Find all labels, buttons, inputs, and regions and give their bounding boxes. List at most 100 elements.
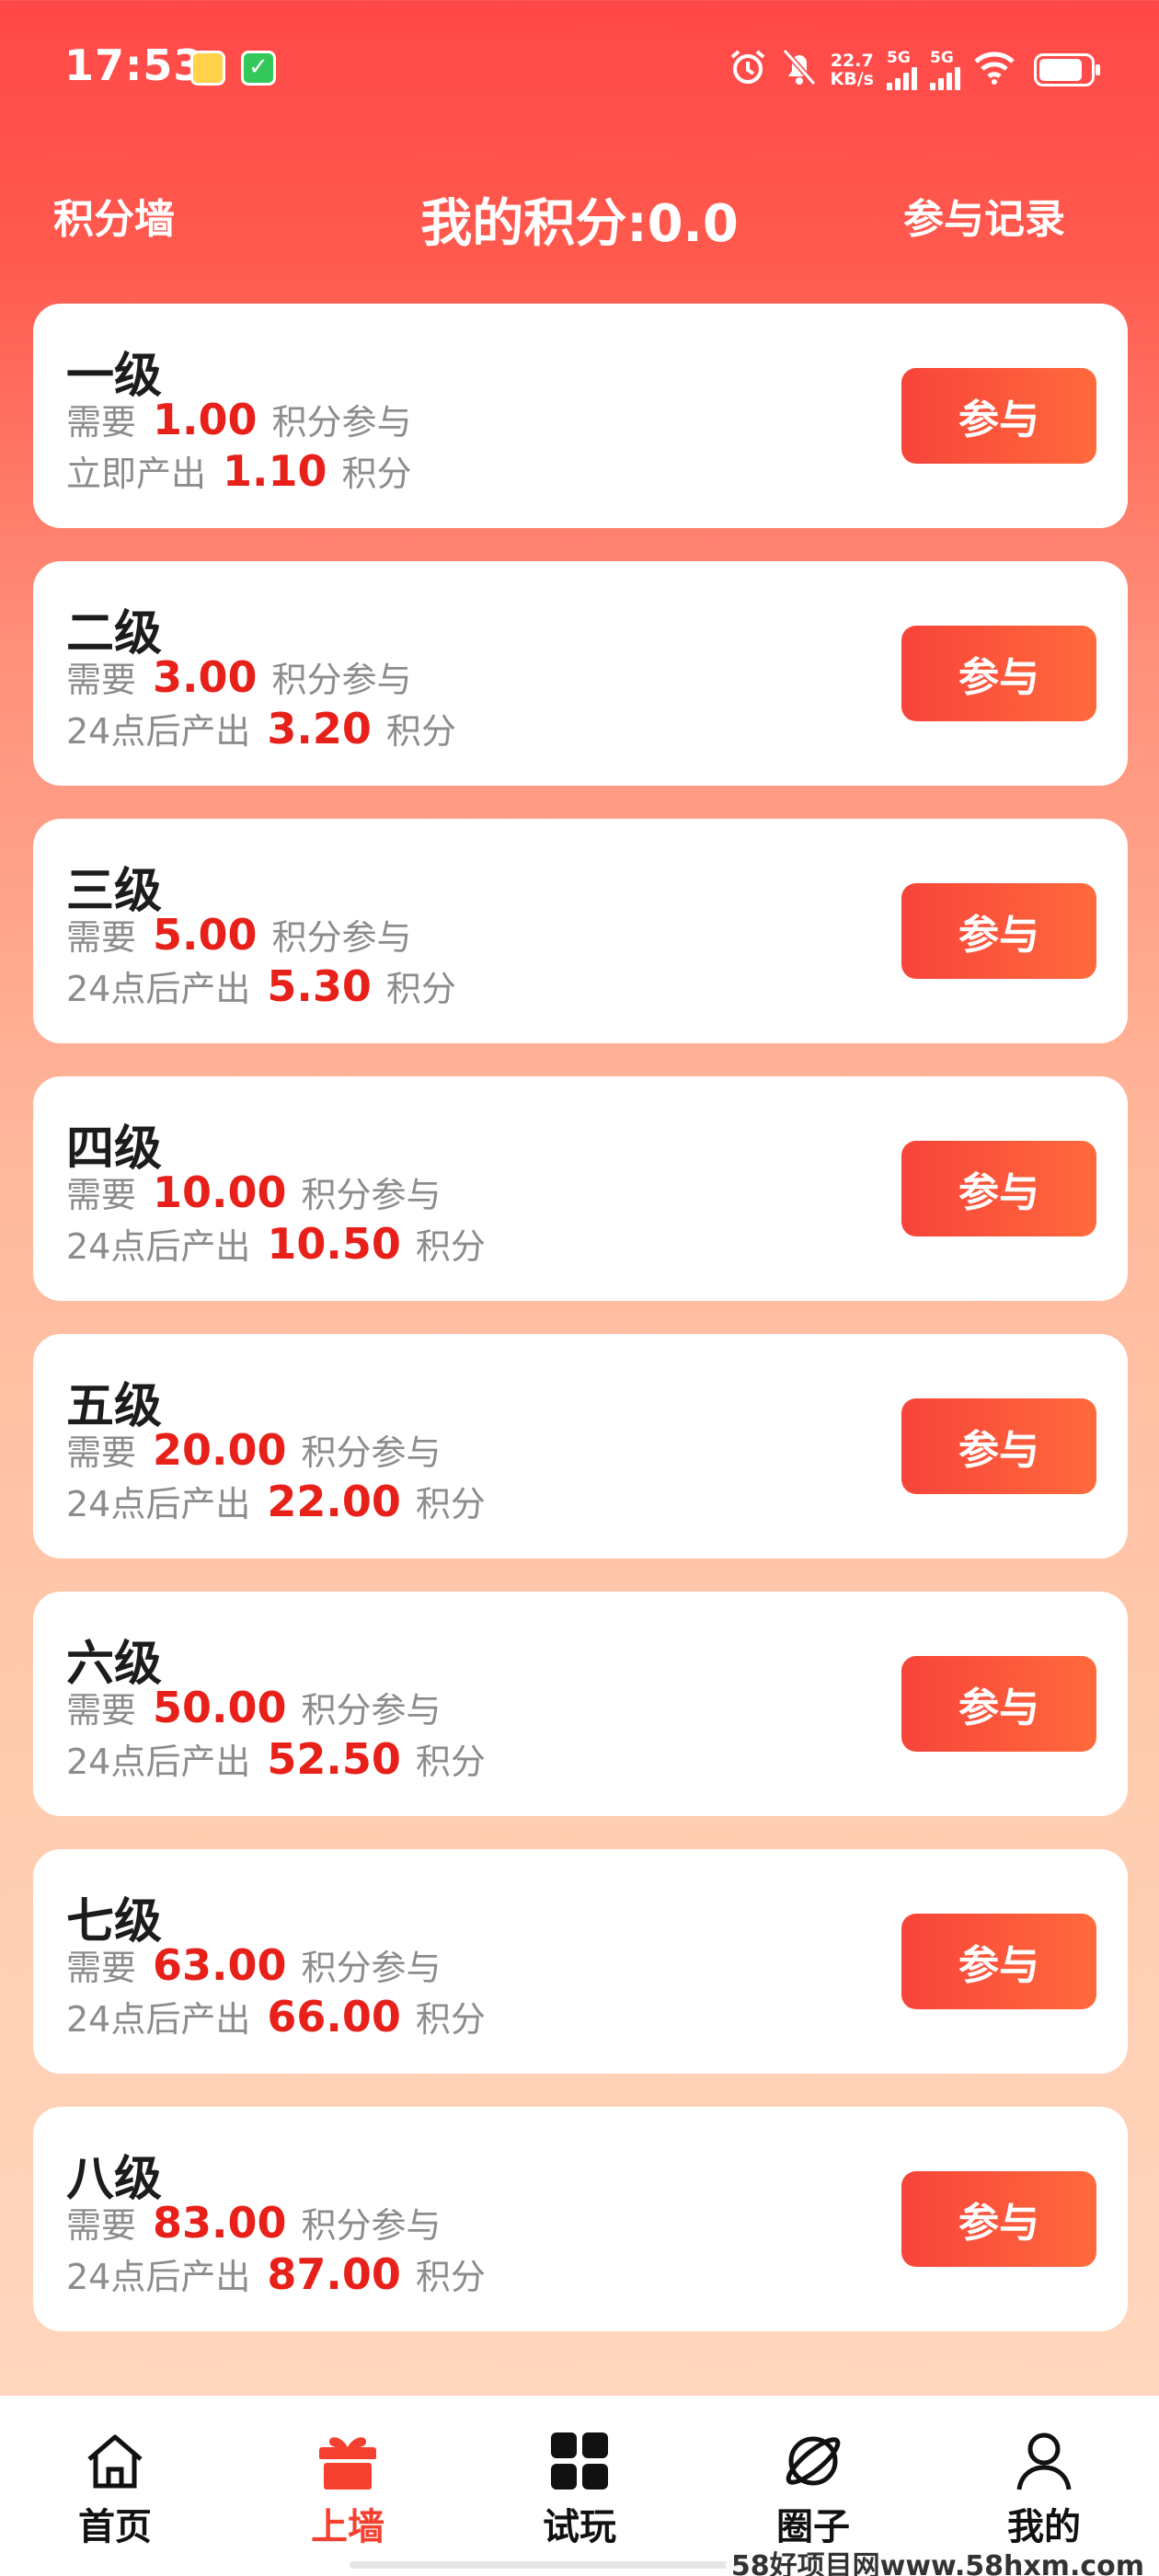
output-line: 24点后产出 5.30 积分: [66, 960, 456, 1011]
battery-icon: [1034, 53, 1100, 86]
level-card: 二级 需要 3.00 积分参与 24点后产出 3.20 积分 参与: [33, 561, 1128, 786]
join-button[interactable]: 参与: [901, 1398, 1096, 1494]
participation-records-link[interactable]: 参与记录: [903, 186, 1065, 245]
output-value: 1.10: [223, 446, 327, 496]
requirement-prefix: 需要: [66, 660, 137, 700]
output-suffix: 积分: [415, 1999, 486, 2040]
output-value: 87.00: [267, 2249, 401, 2299]
join-button[interactable]: 参与: [901, 2171, 1096, 2267]
requirement-line: 需要 83.00 积分参与: [66, 2197, 442, 2248]
join-button[interactable]: 参与: [901, 626, 1096, 721]
status-bar: 17:53 ✓ 22.7 KB/s 5G 5G: [0, 0, 1159, 138]
output-prefix: 立即产出: [66, 454, 207, 494]
output-line: 24点后产出 52.50 积分: [66, 1733, 486, 1784]
requirement-value: 1.00: [153, 395, 258, 444]
output-suffix: 积分: [385, 711, 456, 752]
output-suffix: 积分: [415, 1226, 486, 1267]
join-button[interactable]: 参与: [901, 1914, 1096, 2009]
signal-2: 5G: [930, 50, 960, 90]
requirement-suffix: 积分参与: [301, 1432, 442, 1473]
output-suffix: 积分: [415, 2257, 486, 2297]
requirement-value: 50.00: [153, 1683, 287, 1732]
tab-label: 上墙: [311, 2506, 384, 2548]
output-value: 10.50: [267, 1219, 401, 1269]
output-value: 66.00: [267, 1992, 401, 2041]
level-card: 三级 需要 5.00 积分参与 24点后产出 5.30 积分 参与: [33, 819, 1128, 1043]
requirement-suffix: 积分参与: [271, 660, 412, 700]
tab-circle[interactable]: 圈子: [740, 2431, 887, 2550]
tab-mine[interactable]: 我的: [970, 2431, 1118, 2550]
user-icon: [970, 2431, 1118, 2491]
requirement-line: 需要 5.00 积分参与: [66, 909, 412, 960]
tab-home[interactable]: 首页: [41, 2431, 189, 2550]
requirement-suffix: 积分参与: [301, 1175, 442, 1215]
requirement-suffix: 积分参与: [271, 402, 412, 443]
requirement-value: 5.00: [153, 910, 258, 960]
output-value: 22.00: [267, 1477, 401, 1526]
output-prefix: 24点后产出: [66, 969, 251, 1009]
output-prefix: 24点后产出: [66, 2257, 251, 2297]
status-time: 17:53: [64, 40, 204, 90]
watermark: 58好项目网www.58hxm.com: [725, 2543, 1150, 2576]
level-card: 五级 需要 20.00 积分参与 24点后产出 22.00 积分 参与: [33, 1334, 1128, 1558]
join-button[interactable]: 参与: [901, 1656, 1096, 1752]
alarm-icon: [728, 47, 768, 94]
home-icon: [41, 2431, 189, 2491]
tab-label: 首页: [78, 2506, 152, 2548]
status-right-icons: 22.7 KB/s 5G 5G: [728, 42, 1100, 98]
signal-1: 5G: [887, 50, 917, 90]
requirement-line: 需要 1.00 积分参与: [66, 394, 412, 444]
tab-trial[interactable]: 试玩: [506, 2431, 653, 2550]
level-card: 六级 需要 50.00 积分参与 24点后产出 52.50 积分 参与: [33, 1592, 1128, 1816]
signal-bars-icon: [930, 66, 960, 90]
notes-notification-icon: [190, 51, 225, 86]
tab-label: 试玩: [543, 2506, 616, 2548]
output-line: 24点后产出 66.00 积分: [66, 1991, 486, 2041]
requirement-value: 10.00: [153, 1167, 287, 1217]
wifi-icon: [973, 49, 1016, 92]
join-button[interactable]: 参与: [901, 368, 1096, 464]
output-prefix: 24点后产出: [66, 711, 251, 752]
join-button[interactable]: 参与: [901, 883, 1096, 979]
requirement-line: 需要 20.00 积分参与: [66, 1424, 442, 1475]
requirement-value: 3.00: [153, 652, 258, 702]
output-line: 24点后产出 10.50 积分: [66, 1218, 486, 1269]
requirement-line: 需要 3.00 积分参与: [66, 651, 412, 702]
level-card: 七级 需要 63.00 积分参与 24点后产出 66.00 积分 参与: [33, 1849, 1128, 2074]
requirement-value: 83.00: [153, 2198, 287, 2248]
tab-wall[interactable]: 上墙: [274, 2431, 421, 2550]
level-card: 一级 需要 1.00 积分参与 立即产出 1.10 积分 参与: [33, 304, 1128, 528]
output-prefix: 24点后产出: [66, 1999, 251, 2040]
output-prefix: 24点后产出: [66, 1484, 251, 1524]
output-prefix: 24点后产出: [66, 1742, 251, 1782]
planet-icon: [740, 2431, 887, 2491]
output-value: 3.20: [267, 704, 372, 753]
mute-bell-icon: [781, 47, 818, 94]
requirement-line: 需要 50.00 积分参与: [66, 1682, 442, 1732]
requirement-line: 需要 10.00 积分参与: [66, 1167, 442, 1217]
gift-icon: [274, 2431, 421, 2491]
page-header: 积分墙 我的积分:0.0 参与记录: [0, 175, 1159, 254]
output-suffix: 积分: [415, 1484, 486, 1524]
requirement-suffix: 积分参与: [301, 2205, 442, 2246]
network-speed: 22.7 KB/s: [830, 51, 874, 89]
level-card: 八级 需要 83.00 积分参与 24点后产出 87.00 积分 参与: [33, 2107, 1128, 2331]
requirement-prefix: 需要: [66, 2205, 137, 2246]
requirement-value: 63.00: [153, 1940, 287, 1990]
requirement-prefix: 需要: [66, 917, 137, 958]
signal-bars-icon: [887, 66, 917, 90]
requirement-value: 20.00: [153, 1425, 287, 1475]
requirement-suffix: 积分参与: [301, 1690, 442, 1731]
requirement-suffix: 积分参与: [271, 917, 412, 958]
level-card: 四级 需要 10.00 积分参与 24点后产出 10.50 积分 参与: [33, 1076, 1128, 1301]
requirement-line: 需要 63.00 积分参与: [66, 1939, 442, 1990]
requirement-prefix: 需要: [66, 1175, 137, 1215]
output-value: 52.50: [267, 1734, 401, 1784]
output-suffix: 积分: [341, 454, 412, 494]
output-line: 24点后产出 3.20 积分: [66, 703, 456, 753]
join-button[interactable]: 参与: [901, 1141, 1096, 1236]
requirement-prefix: 需要: [66, 1432, 137, 1473]
output-line: 立即产出 1.10 积分: [66, 445, 412, 496]
requirement-suffix: 积分参与: [301, 1948, 442, 1988]
output-line: 24点后产出 87.00 积分: [66, 2248, 486, 2299]
